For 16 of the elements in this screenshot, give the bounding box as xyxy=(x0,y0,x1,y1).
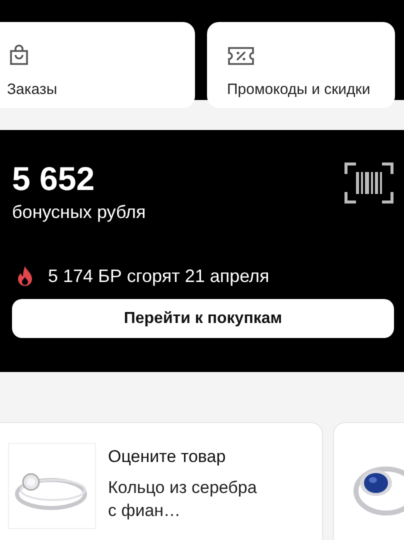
shortcut-label: Промокоды и скидки xyxy=(227,81,372,98)
shopping-bag-icon xyxy=(7,43,31,67)
go-shopping-button[interactable]: Перейти к покупкам xyxy=(12,299,394,338)
review-card[interactable] xyxy=(333,422,404,540)
ticket-icon xyxy=(227,45,255,67)
bonus-amount: 5 652 xyxy=(12,160,96,198)
shortcut-card[interactable]: Промокоды и скидки xyxy=(207,22,395,108)
bonus-expiry-text: 5 174 БР сгорят 21 апреля xyxy=(48,266,270,286)
product-name: Кольцо из серебра с фиан… xyxy=(108,477,258,522)
bonus-unit: бонусных рубля xyxy=(12,202,146,223)
flame-icon xyxy=(16,265,34,287)
barcode-icon[interactable] xyxy=(344,162,394,204)
review-card[interactable]: Оцените товар Кольцо из серебра с фиан… xyxy=(0,422,323,540)
shortcut-card[interactable]: Заказы xyxy=(0,22,195,108)
review-title: Оцените товар xyxy=(108,447,227,467)
shortcut-label: Заказы xyxy=(7,81,58,98)
